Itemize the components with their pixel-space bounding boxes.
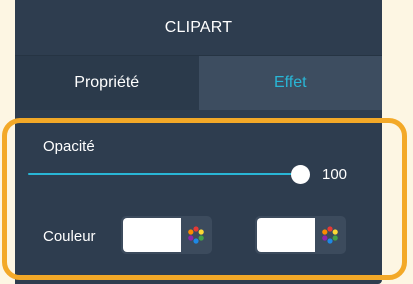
color-wheel-icon[interactable] xyxy=(181,224,210,246)
color-wheel-icon[interactable] xyxy=(315,224,344,246)
swatch-fill xyxy=(123,218,181,252)
opacity-value: 100 xyxy=(322,166,348,183)
tab-propriete[interactable]: Propriété xyxy=(15,56,199,110)
color-swatch-1[interactable] xyxy=(121,216,212,254)
color-label: Couleur xyxy=(43,228,96,245)
tab-bar: Propriété Effet xyxy=(15,56,382,110)
color-swatch-2[interactable] xyxy=(255,216,346,254)
tab-effet[interactable]: Effet xyxy=(198,56,382,110)
panel-title: CLIPART xyxy=(15,0,382,56)
opacity-slider-track[interactable] xyxy=(28,173,302,175)
opacity-slider-handle[interactable] xyxy=(291,165,310,184)
opacity-label: Opacité xyxy=(43,138,95,155)
swatch-fill xyxy=(257,218,315,252)
